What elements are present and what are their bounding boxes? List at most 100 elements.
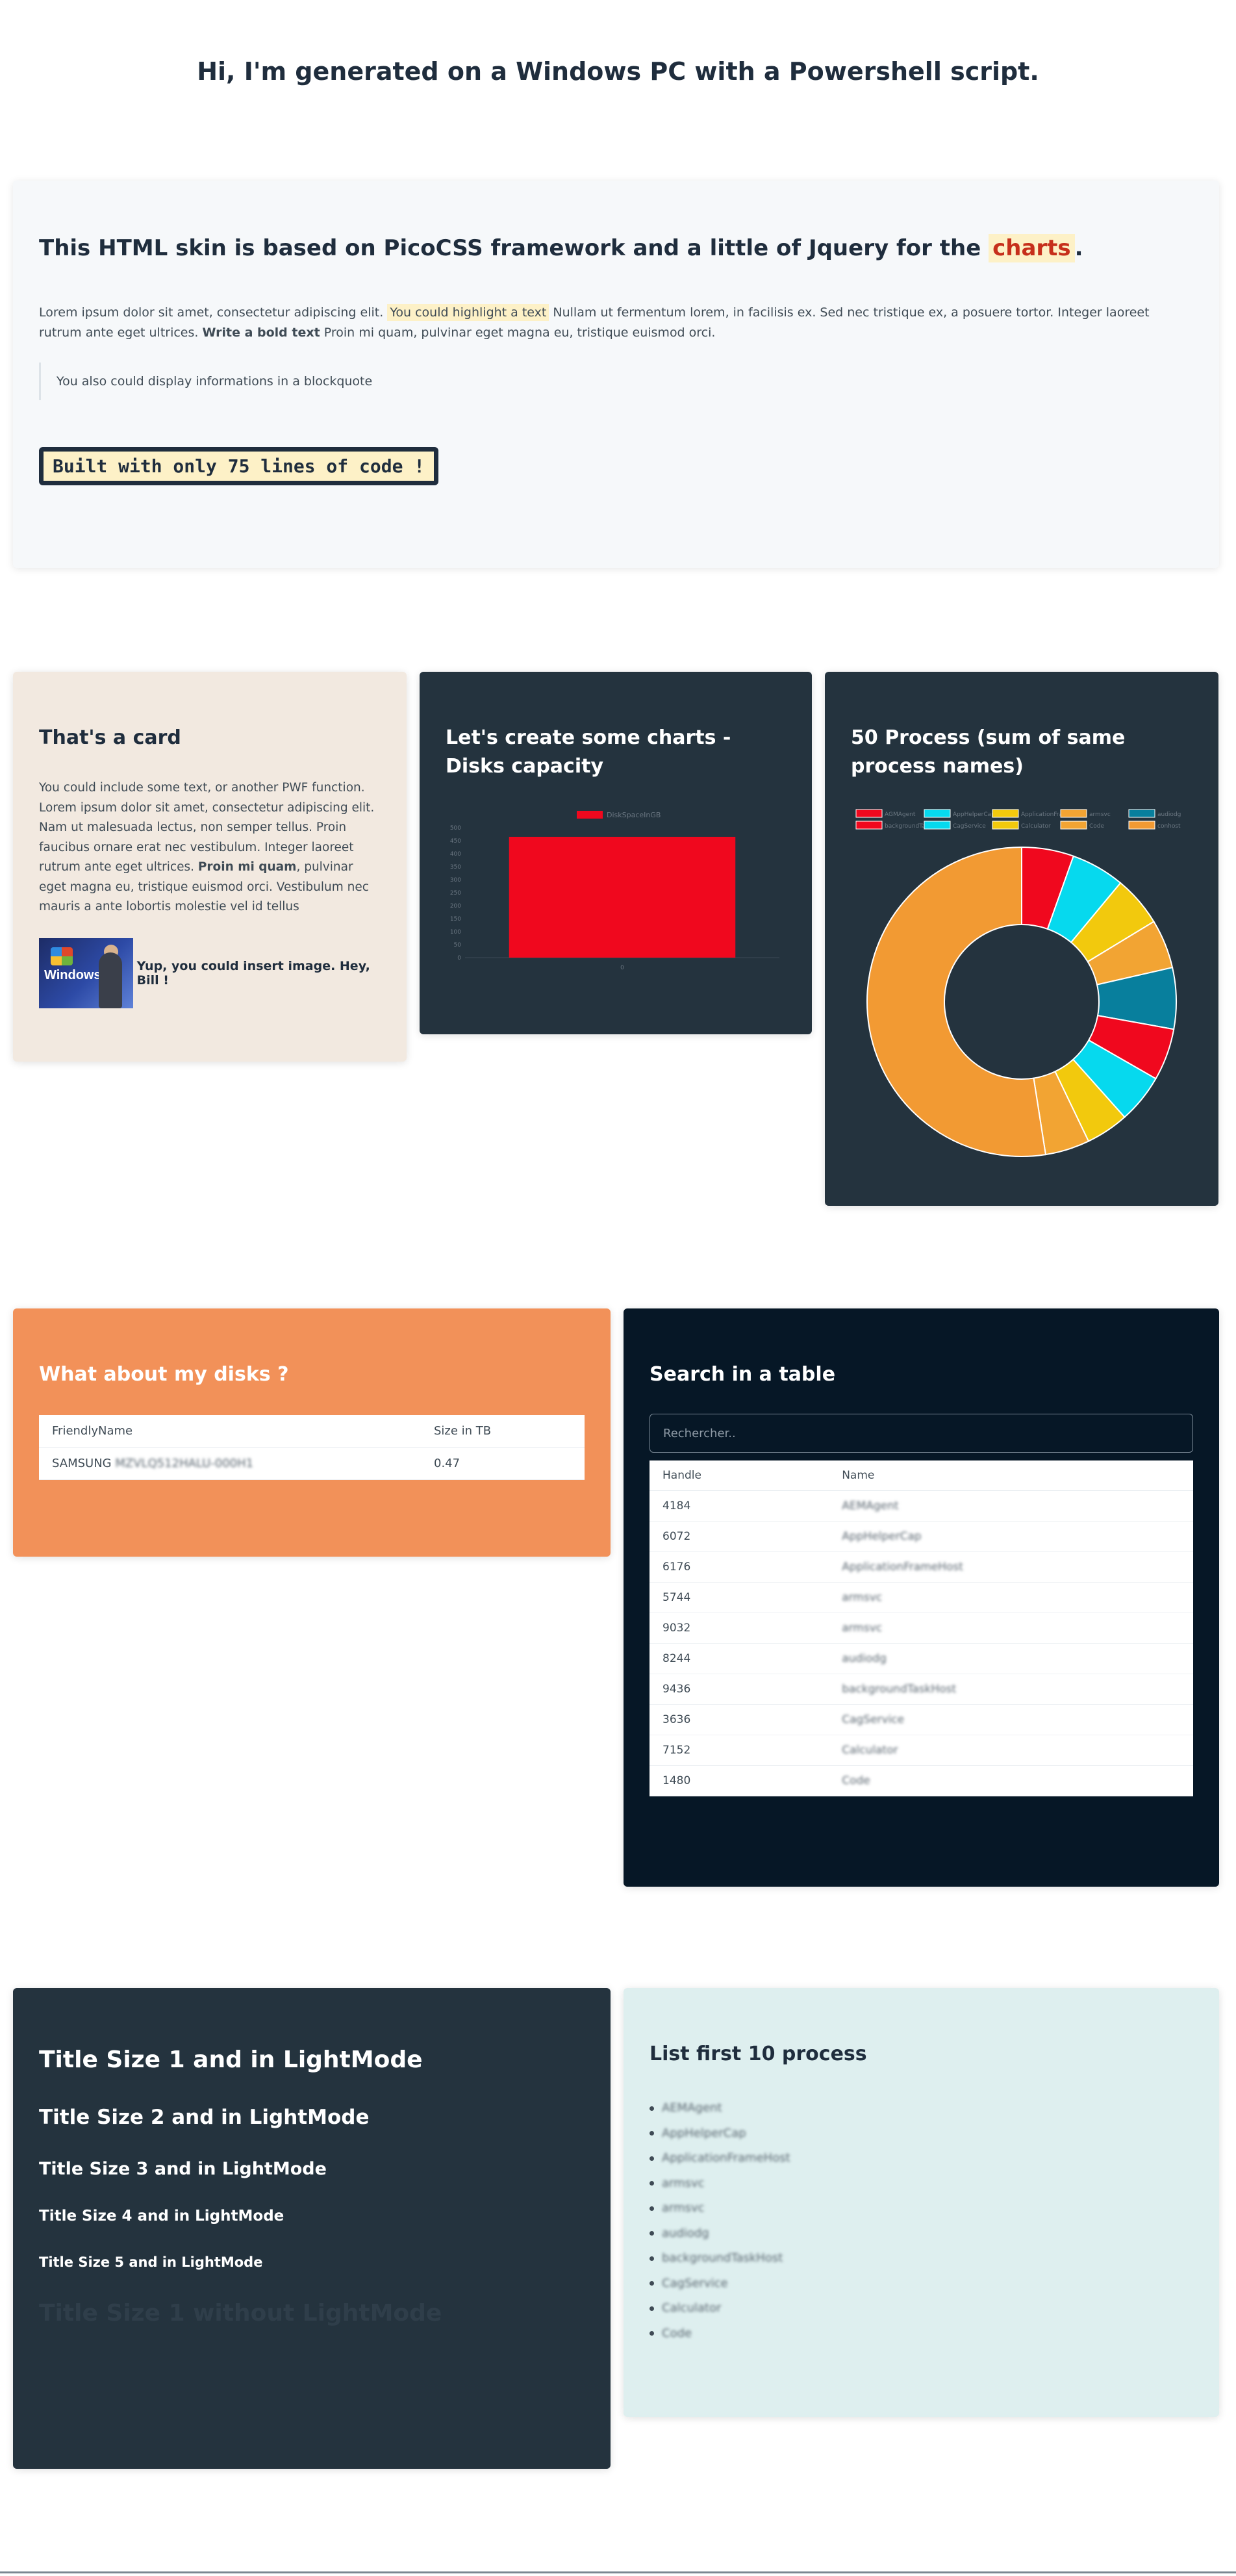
page-title: Hi, I'm generated on a Windows PC with a… [197,57,1039,86]
legend-label: Code [1089,823,1105,830]
process-list-card: List first 10 process AEMAgent AppHelper… [624,1988,1219,2417]
highlighted-text: You could highlight a text [387,304,549,321]
y-tick-label: 0 [457,955,461,962]
title-size-2: Title Size 2 and in LightMode [39,2106,370,2129]
table-row: 3636 CagService [650,1704,1193,1735]
table-row: 8244 audiodg [650,1643,1193,1674]
list-item: Calculator [650,2296,1193,2321]
table-cell: SAMSUNG MZVLQ512HALU-000H1 [39,1447,421,1480]
disks-table: FriendlyName Size in TB SAMSUNG MZVLQ512… [39,1415,585,1480]
table-cell: ApplicationFrameHost [829,1551,1193,1583]
card-title: That's a card [39,726,181,749]
code-badge: Built with only 75 lines of code ! [39,447,439,485]
table-row: 4184 AEMAgent [650,1490,1193,1522]
table-row: 7152 Calculator [650,1735,1193,1766]
legend-swatch [1128,821,1155,830]
y-tick-label: 250 [450,890,461,897]
table-row: 1480 Code [650,1765,1193,1796]
card-title: What about my disks ? [39,1363,289,1386]
legend-label: AppHelperCap [953,811,995,818]
legend-label: audiodg [1157,811,1181,818]
legend-label: conhost [1157,823,1181,830]
table-cell: 0.47 [421,1447,585,1480]
table-cell: AppHelperCap [829,1521,1193,1552]
column-header: Name [829,1460,1193,1491]
bill-gates-image: Windows [39,937,133,1008]
table-cell: 7152 [650,1735,829,1766]
y-tick-label: 100 [450,929,461,936]
legend-label: Calculator [1021,823,1051,830]
disks-bar-chart: DiskSpaceInGB 0 50 100 150 200 250 300 350 400 450… [450,811,779,971]
process-donut-chart: AGMAgent AppHelperCap ApplicationFrameHost… [855,809,1181,1157]
card-title: Let's create some charts - Disks capacit… [446,726,731,778]
list-item: backgroundTaskHost [650,2246,1193,2271]
legend-swatch [855,809,883,818]
table-header-row: FriendlyName Size in TB [39,1415,585,1447]
table-cell: 4184 [650,1490,829,1522]
table-cell: Code [829,1765,1193,1796]
disks-table-card: What about my disks ? FriendlyName Size … [13,1308,611,1557]
table-cell: audiodg [829,1643,1193,1674]
table-cell: 8244 [650,1643,829,1674]
list-item: audiodg [650,2221,1193,2247]
legend-swatch [924,809,951,818]
list-item: armsvc [650,2196,1193,2221]
image-windows-label: Windows [44,967,101,982]
title-size-3: Title Size 3 and in LightMode [39,2159,327,2179]
table-cell: armsvc [829,1582,1193,1613]
hero-title: This HTML skin is based on PicoCSS frame… [39,234,1083,262]
search-table-card: Search in a table Handle Name 4184AEMAge… [624,1308,1219,1887]
title-size-5: Title Size 5 and in LightMode [39,2254,263,2270]
list-item: Code [650,2321,1193,2347]
legend-label: AGMAgent [885,811,916,818]
legend-swatch [577,811,603,819]
process-list: AEMAgent AppHelperCap ApplicationFrameHo… [650,2096,1193,2346]
y-tick-label: 500 [450,825,461,832]
table-row: 6176 ApplicationFrameHost [650,1551,1193,1583]
y-tick-label: 400 [450,851,461,858]
table-row: 6072 AppHelperCap [650,1521,1193,1552]
table-cell: Calculator [829,1735,1193,1766]
legend-swatch [924,821,951,830]
card-title: 50 Process (sum of same process names) [851,726,1126,778]
windows-logo-icon [51,947,73,965]
person-figure [99,952,122,1008]
disks-chart-card: Let's create some charts - Disks capacit… [420,672,812,1034]
legend-label: CagService [953,823,986,830]
image-caption: Yup, you could insert image. Hey, Bill ! [136,958,370,988]
table-cell: 3636 [650,1704,829,1735]
table-cell: 6176 [650,1551,829,1583]
table-cell: 9032 [650,1613,829,1644]
card-text: You could include some text, or another … [39,781,375,913]
card-title: Search in a table [650,1363,836,1386]
table-cell: backgroundTaskHost [829,1674,1193,1705]
table-row: 9032 armsvc [650,1613,1193,1644]
table-row: SAMSUNG MZVLQ512HALU-000H1 0.47 [39,1447,585,1480]
table-cell: 6072 [650,1521,829,1552]
y-tick-label: 300 [450,877,461,884]
bold-text: Write a bold text [202,325,320,340]
table-cell: AEMAgent [829,1490,1193,1522]
column-header: Handle [650,1460,829,1491]
table-cell: armsvc [829,1613,1193,1644]
table-row: 9436 backgroundTaskHost [650,1674,1193,1705]
legend-swatch [1060,809,1087,818]
column-header: FriendlyName [39,1415,421,1447]
list-item: ApplicationFrameHost [650,2146,1193,2171]
table-cell: 9436 [650,1674,829,1705]
y-tick-label: 200 [450,903,461,910]
hero-section: This HTML skin is based on PicoCSS frame… [13,181,1219,568]
legend-swatch [992,821,1019,830]
list-item: AEMAgent [650,2096,1193,2121]
list-item: armsvc [650,2171,1193,2197]
legend-label: armsvc [1089,811,1111,818]
search-input[interactable] [650,1414,1193,1453]
title-size-1: Title Size 1 and in LightMode [39,2047,423,2073]
legend-swatch [1060,821,1087,830]
hero-paragraph: Lorem ipsum dolor sit amet, consectetur … [39,304,1150,340]
footer-divider [0,2571,1236,2573]
legend-swatch [855,821,883,830]
y-tick-label: 50 [454,942,462,949]
y-tick-label: 450 [450,838,461,845]
y-tick-label: 350 [450,864,461,871]
